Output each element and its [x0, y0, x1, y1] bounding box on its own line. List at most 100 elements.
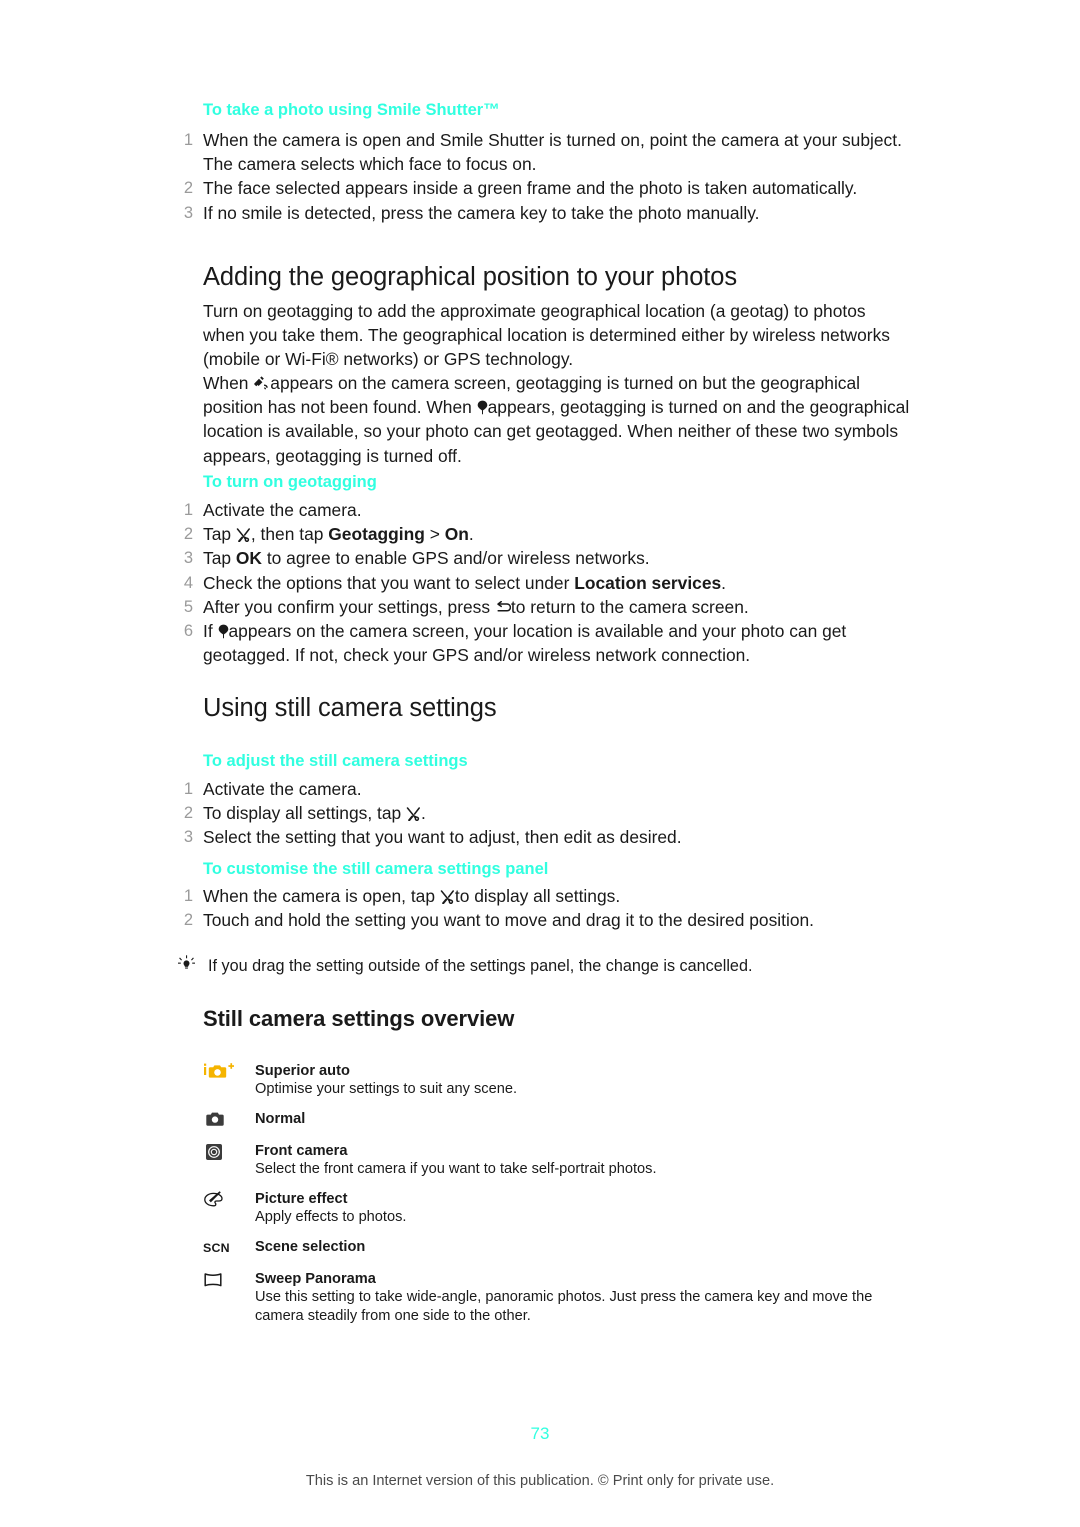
section-title: Using still camera settings [203, 694, 497, 722]
step-number: 1 [183, 501, 193, 519]
list-item: 4 Check the options that you want to sel… [175, 571, 910, 595]
step-bold-location-services: Location services [574, 572, 722, 593]
step-text: Activate the camera. [203, 779, 362, 799]
step-number: 2 [183, 179, 193, 198]
tip-text: If you drag the setting outside of the s… [208, 957, 753, 975]
step-number: 1 [183, 131, 193, 149]
step-number: 4 [183, 573, 193, 592]
heading-customise-settings-panel: To customise the still camera settings p… [203, 859, 910, 880]
list-item: 2 Tap , then tap Geotagging > On. [175, 522, 910, 546]
setting-title: Scene selection [255, 1239, 366, 1255]
list-item: 1 Activate the camera. [175, 777, 910, 801]
geo-paragraph-1: Turn on geotagging to add the approximat… [203, 301, 890, 370]
list-item: 1 When the camera is open and Smile Shut… [175, 128, 910, 176]
camera-settings-icon [406, 807, 421, 822]
step-text-a: Tap [203, 524, 232, 545]
scene-selection-icon-label: SCN [203, 1241, 230, 1255]
page-title-still-camera-settings-overview: Still camera settings overview [203, 1006, 910, 1032]
step-text-b: , then tap [250, 524, 324, 545]
step-text-a: After you confirm your settings, press [203, 596, 491, 617]
step-number: 3 [183, 203, 193, 222]
setting-title: Front camera [255, 1143, 348, 1159]
customise-settings-steps: 1 When the camera is open, tap to displa… [175, 884, 910, 932]
step-period: . [721, 572, 727, 593]
step-text: The face selected appears inside a green… [203, 178, 858, 199]
setting-row-picture-effect: Picture effect Apply effects to photos. [203, 1190, 910, 1230]
setting-row-scene-selection: SCN Scene selection [203, 1238, 910, 1262]
list-item: 1 Activate the camera. [175, 498, 910, 522]
step-text-b: to agree to enable GPS and/or wireless n… [266, 548, 650, 569]
setting-row-sweep-panorama: Sweep Panorama Use this setting to take … [203, 1270, 910, 1330]
page-number: 73 [530, 1424, 550, 1443]
step-number: 2 [183, 525, 193, 544]
list-item: 3 If no smile is detected, press the cam… [175, 201, 910, 225]
section-title: Adding the geographical position to your… [203, 263, 738, 291]
list-item: 2 Touch and hold the setting you want to… [175, 908, 910, 932]
setting-description: Select the front camera if you want to t… [255, 1161, 657, 1177]
setting-title: Normal [255, 1111, 306, 1127]
step-period: . [468, 524, 474, 545]
section-heading: To take a photo using Smile Shutter™ [203, 101, 500, 119]
step-number: 2 [183, 911, 193, 930]
list-item: 6 If appears on the camera screen, your … [175, 619, 910, 667]
list-item: 3 Tap OK to agree to enable GPS and/or w… [175, 546, 910, 570]
setting-description: Apply effects to photos. [255, 1209, 407, 1225]
step-number: 1 [183, 780, 193, 798]
location-pin-icon [218, 624, 229, 639]
setting-description: Use this setting to take wide-angle, pan… [255, 1289, 873, 1324]
camera-settings-icon [440, 890, 455, 904]
section-heading: To customise the still camera settings p… [203, 860, 549, 878]
step-text: Touch and hold the setting you want to m… [203, 910, 814, 931]
step-text-a: When the camera is open, tap [203, 886, 436, 906]
step-text-a: Tap [203, 548, 232, 569]
step-number: 3 [183, 828, 193, 847]
list-item: 2 The face selected appears inside a gre… [175, 176, 910, 200]
setting-title: Superior auto [255, 1063, 350, 1079]
step-text: If no smile is detected, press the camer… [203, 202, 760, 223]
section-heading: To adjust the still camera settings [203, 752, 468, 770]
step-text-b: appears on the camera screen, your locat… [203, 621, 847, 666]
step-bold-geotagging: Geotagging [328, 524, 425, 545]
picture-effect-icon [203, 1190, 237, 1210]
step-text-a: To display all settings, tap [203, 803, 402, 824]
geo-paragraph-2: When appears on the camera screen, geota… [203, 371, 910, 468]
back-arrow-icon [495, 600, 511, 614]
tip-note: If you drag the setting outside of the s… [175, 955, 910, 981]
page-title-using-still-camera-settings: Using still camera settings [203, 693, 910, 724]
geotagging-steps: 1 Activate the camera. 2 Tap , then tap … [175, 498, 910, 667]
setting-title: Sweep Panorama [255, 1271, 376, 1287]
camera-settings-icon [236, 528, 251, 543]
setting-title: Picture effect [255, 1191, 348, 1207]
scene-selection-icon: SCN [203, 1238, 237, 1258]
heading-turn-on-geotagging: To turn on geotagging [203, 472, 910, 493]
footer-note: This is an Internet version of this publ… [305, 1473, 775, 1489]
step-text-b: . [421, 803, 426, 824]
step-gt: > [429, 524, 440, 545]
step-text-b: to return to the camera screen. [510, 596, 749, 617]
camera-icon [203, 1110, 237, 1130]
document-page: To take a photo using Smile Shutter™ 1 W… [0, 0, 1080, 1527]
geo-p2-part-a: When [203, 373, 249, 393]
step-bold-ok: OK [235, 548, 262, 569]
smile-shutter-steps: 1 When the camera is open and Smile Shut… [175, 128, 910, 225]
step-number: 2 [183, 804, 193, 823]
step-text: Activate the camera. [203, 500, 362, 520]
list-item: 2 To display all settings, tap . [175, 801, 910, 825]
step-number: 1 [183, 887, 193, 905]
step-text-b: to display all settings. [454, 886, 621, 906]
superior-auto-icon [203, 1062, 237, 1082]
section-heading: To turn on geotagging [203, 473, 377, 491]
adjust-settings-steps: 1 Activate the camera. 2 To display all … [175, 777, 910, 850]
geotag-searching-icon [253, 376, 270, 390]
step-text: Select the setting that you want to adju… [203, 827, 682, 848]
lightbulb-icon [178, 955, 195, 973]
setting-row-front-camera: Front camera Select the front camera if … [203, 1142, 910, 1182]
setting-row-superior-auto: Superior auto Optimise your settings to … [203, 1062, 910, 1102]
step-text-a: If [203, 621, 213, 642]
sweep-panorama-icon [203, 1270, 237, 1290]
setting-row-normal: Normal [203, 1110, 910, 1134]
list-item: 1 When the camera is open, tap to displa… [175, 884, 910, 908]
setting-description: Optimise your settings to suit any scene… [255, 1081, 517, 1097]
heading-adjust-still-camera-settings: To adjust the still camera settings [203, 751, 910, 772]
step-bold-on: On [444, 524, 469, 545]
